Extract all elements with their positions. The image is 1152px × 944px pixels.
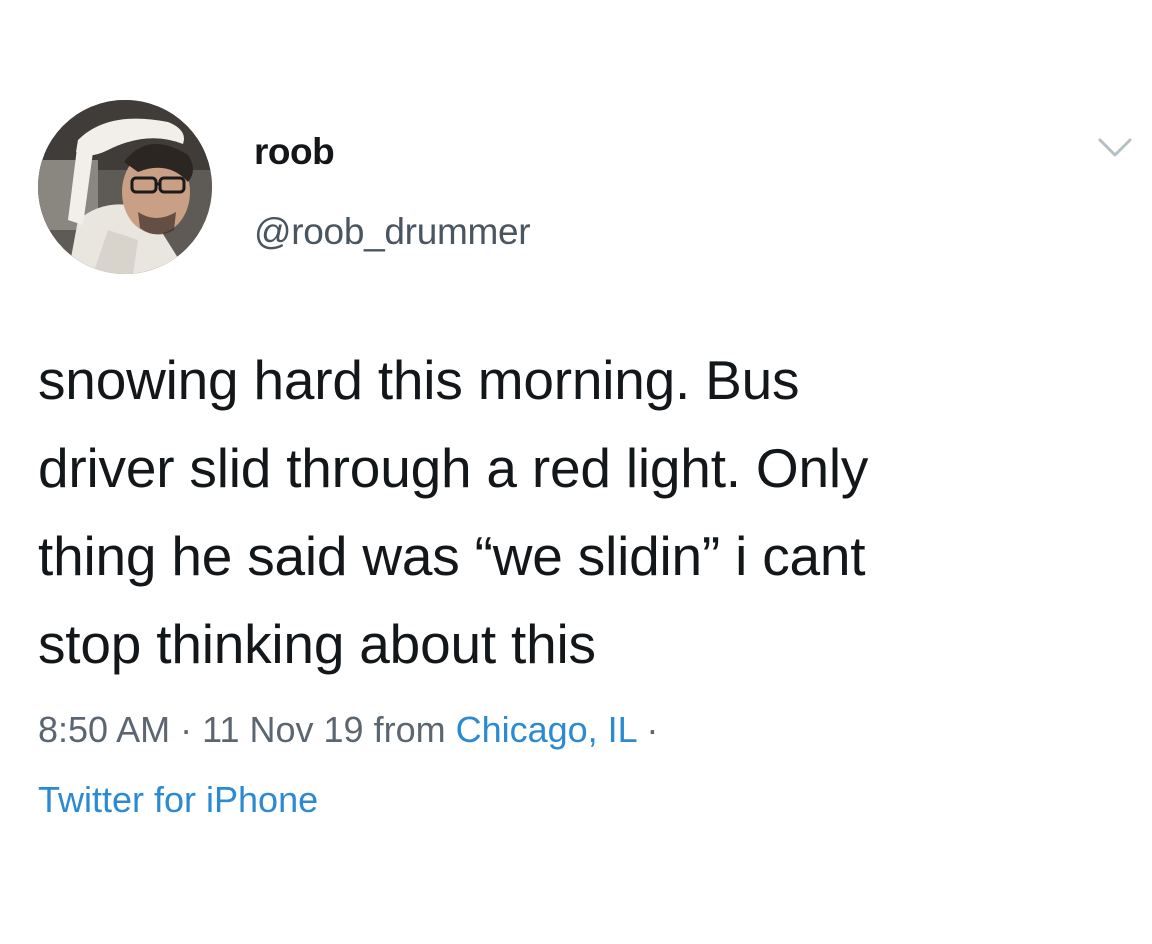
avatar[interactable]: [38, 100, 212, 274]
tweet-source-row: Twitter for iPhone: [38, 778, 318, 822]
meta-separator-2: ·: [646, 709, 659, 750]
tweet-date[interactable]: 11 Nov 19: [202, 709, 363, 750]
tweet-time[interactable]: 8:50 AM: [38, 709, 170, 750]
source-link[interactable]: Twitter for iPhone: [38, 779, 318, 820]
tweet-text: snowing hard this morning. Bus driver sl…: [38, 349, 869, 675]
tweet-meta: 8:50 AM · 11 Nov 19 from Chicago, IL ·: [38, 708, 658, 752]
display-name[interactable]: roob: [254, 130, 335, 174]
from-label: from: [373, 709, 446, 750]
tweet-card: roob @roob_drummer snowing hard this mor…: [0, 0, 1152, 944]
user-handle[interactable]: @roob_drummer: [254, 210, 531, 254]
avatar-image: [38, 100, 212, 274]
chevron-down-icon[interactable]: [1097, 137, 1133, 159]
location-link[interactable]: Chicago, IL: [456, 709, 637, 750]
meta-separator: ·: [180, 709, 193, 750]
